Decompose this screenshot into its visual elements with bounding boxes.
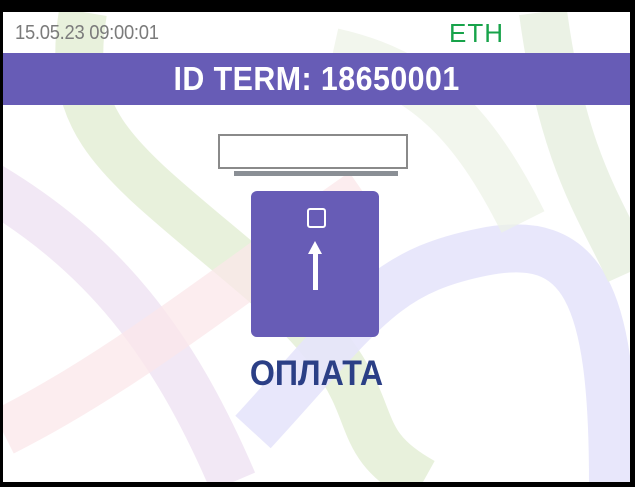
terminal-id-title: ID TERM: 18650001 bbox=[173, 60, 460, 97]
card-slot-icon bbox=[218, 134, 408, 169]
terminal-screen: 15.05.23 09:00:01 ETH ID TERM: 18650001 … bbox=[3, 12, 630, 482]
header-bar: ID TERM: 18650001 bbox=[3, 53, 630, 105]
datetime-label: 15.05.23 09:00:01 bbox=[15, 22, 159, 44]
payment-label: ОПЛАТА bbox=[249, 354, 384, 393]
card-slot-base bbox=[234, 171, 398, 176]
arrow-shaft bbox=[313, 251, 318, 290]
card-insert-icon bbox=[251, 191, 379, 337]
connection-status: ETH bbox=[449, 18, 504, 48]
chip-icon bbox=[307, 208, 326, 228]
